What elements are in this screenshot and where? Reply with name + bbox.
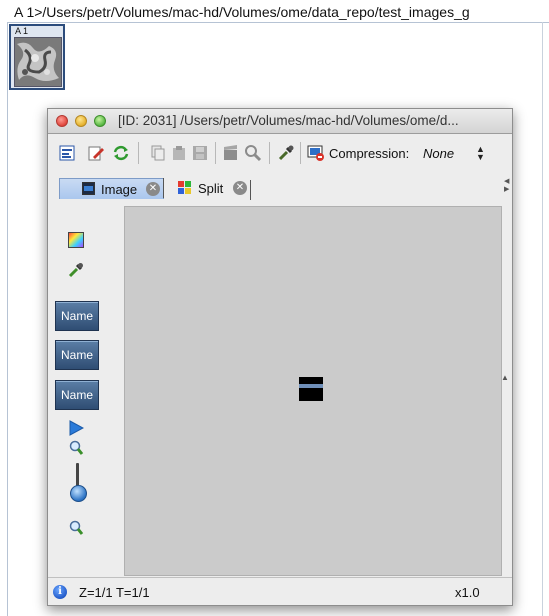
image-canvas[interactable]	[124, 206, 502, 576]
tab-split[interactable]: Split ✕	[178, 178, 308, 200]
zoom-in-icon[interactable]	[67, 439, 85, 457]
zoom-window-button[interactable]	[94, 115, 106, 127]
zoom-out-icon[interactable]	[67, 519, 85, 537]
canvas-expand-arrow-icon[interactable]: ▲	[501, 373, 509, 382]
browser-frame-right	[542, 22, 543, 616]
save-icon[interactable]	[190, 143, 210, 163]
play-icon[interactable]	[67, 419, 85, 437]
compression-label: Compression:	[329, 146, 410, 161]
tab-split-label: Split	[198, 181, 224, 196]
tab-image-close-icon[interactable]: ✕	[146, 182, 160, 196]
color-picker-icon[interactable]	[276, 143, 296, 163]
close-window-button[interactable]	[56, 115, 68, 127]
color-palette-icon[interactable]	[67, 231, 85, 249]
channel-button-3[interactable]: Name	[55, 380, 99, 410]
z-t-readout: Z=1/1 T=1/1	[79, 585, 150, 600]
movie-icon[interactable]	[222, 143, 242, 163]
window-titlebar[interactable]: [ID: 2031] /Users/petr/Volumes/mac-hd/Vo…	[48, 109, 512, 134]
tab-split-close-icon[interactable]: ✕	[233, 181, 247, 195]
thumbnail-image	[14, 37, 62, 87]
paste-icon[interactable]	[169, 143, 189, 163]
tab-image[interactable]: Image ✕	[59, 178, 164, 199]
minimize-window-button[interactable]	[75, 115, 87, 127]
window-title: [ID: 2031] /Users/petr/Volumes/mac-hd/Vo…	[118, 113, 459, 128]
edit-annotation-icon[interactable]	[86, 143, 106, 163]
compression-select[interactable]: None	[423, 146, 454, 161]
channel-button-1[interactable]: Name	[55, 301, 99, 331]
refresh-icon[interactable]	[111, 143, 131, 163]
browser-frame-top	[7, 22, 549, 23]
status-bar: i Z=1/1 T=1/1 x1.0	[48, 577, 512, 606]
tab-image-label: Image	[101, 182, 138, 197]
image-tab-icon	[82, 182, 95, 195]
channel-button-2[interactable]: Name	[55, 340, 99, 370]
copy-icon[interactable]	[148, 143, 168, 163]
compression-dropdown-arrows-icon[interactable]: ▲ ▼	[476, 145, 485, 162]
magnifier-icon[interactable]	[243, 143, 263, 163]
tab-divider	[163, 178, 164, 198]
toolbar-separator	[269, 142, 270, 164]
toolbar-separator	[138, 142, 139, 164]
compression-icon	[306, 143, 326, 163]
rendered-image[interactable]	[299, 377, 323, 401]
eyedropper-icon[interactable]	[67, 261, 85, 279]
tab-scroll-arrows-icon[interactable]: ◀ ▶	[504, 178, 509, 194]
zoom-level: x1.0	[455, 585, 480, 600]
tool-sidepanel: Name Name Name	[52, 203, 121, 575]
save-settings-icon[interactable]	[57, 143, 77, 163]
viewer-toolbar: Compression: None ▲ ▼	[48, 134, 512, 174]
info-icon[interactable]: i	[53, 585, 67, 599]
browser-frame-left	[7, 22, 8, 616]
image-viewer-window: [ID: 2031] /Users/petr/Volumes/mac-hd/Vo…	[47, 108, 513, 606]
viewer-tabbar: Image ✕ Split ✕ ◀ ▶	[52, 176, 509, 202]
thumbnail-label: A 1	[15, 26, 29, 36]
image-thumbnail[interactable]: A 1	[9, 24, 65, 90]
image-channel-stripe	[299, 384, 323, 388]
tab-divider	[250, 180, 251, 200]
toolbar-separator	[215, 142, 216, 164]
split-tab-icon	[178, 181, 191, 194]
toolbar-separator	[300, 142, 301, 164]
breadcrumb-path: A 1>/Users/petr/Volumes/mac-hd/Volumes/o…	[14, 4, 470, 20]
zoom-slider-knob[interactable]	[70, 485, 87, 502]
